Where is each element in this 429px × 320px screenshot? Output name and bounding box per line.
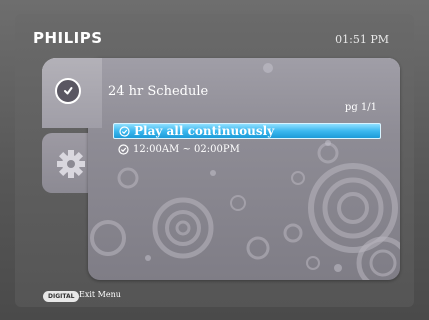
page-indicator: pg 1/1 (344, 102, 377, 113)
brand-logo: PHILIPS (33, 29, 103, 47)
schedule-item-selected[interactable]: Play all continuously (113, 123, 381, 139)
gear-icon (57, 150, 85, 178)
clock-icon (118, 144, 129, 155)
schedule-title: 24 hr Schedule (108, 84, 209, 99)
exit-menu-hint: Exit Menu (79, 290, 121, 299)
clock-time: 01:51 PM (335, 33, 389, 46)
schedule-item-label: 12:00AM ~ 02:00PM (133, 144, 240, 155)
digital-button-badge: DIGITAL (43, 291, 80, 302)
clock-icon (119, 126, 130, 137)
clock-icon (55, 78, 81, 104)
schedule-item-label: Play all continuously (134, 124, 275, 138)
schedule-item[interactable]: 12:00AM ~ 02:00PM (113, 142, 313, 158)
